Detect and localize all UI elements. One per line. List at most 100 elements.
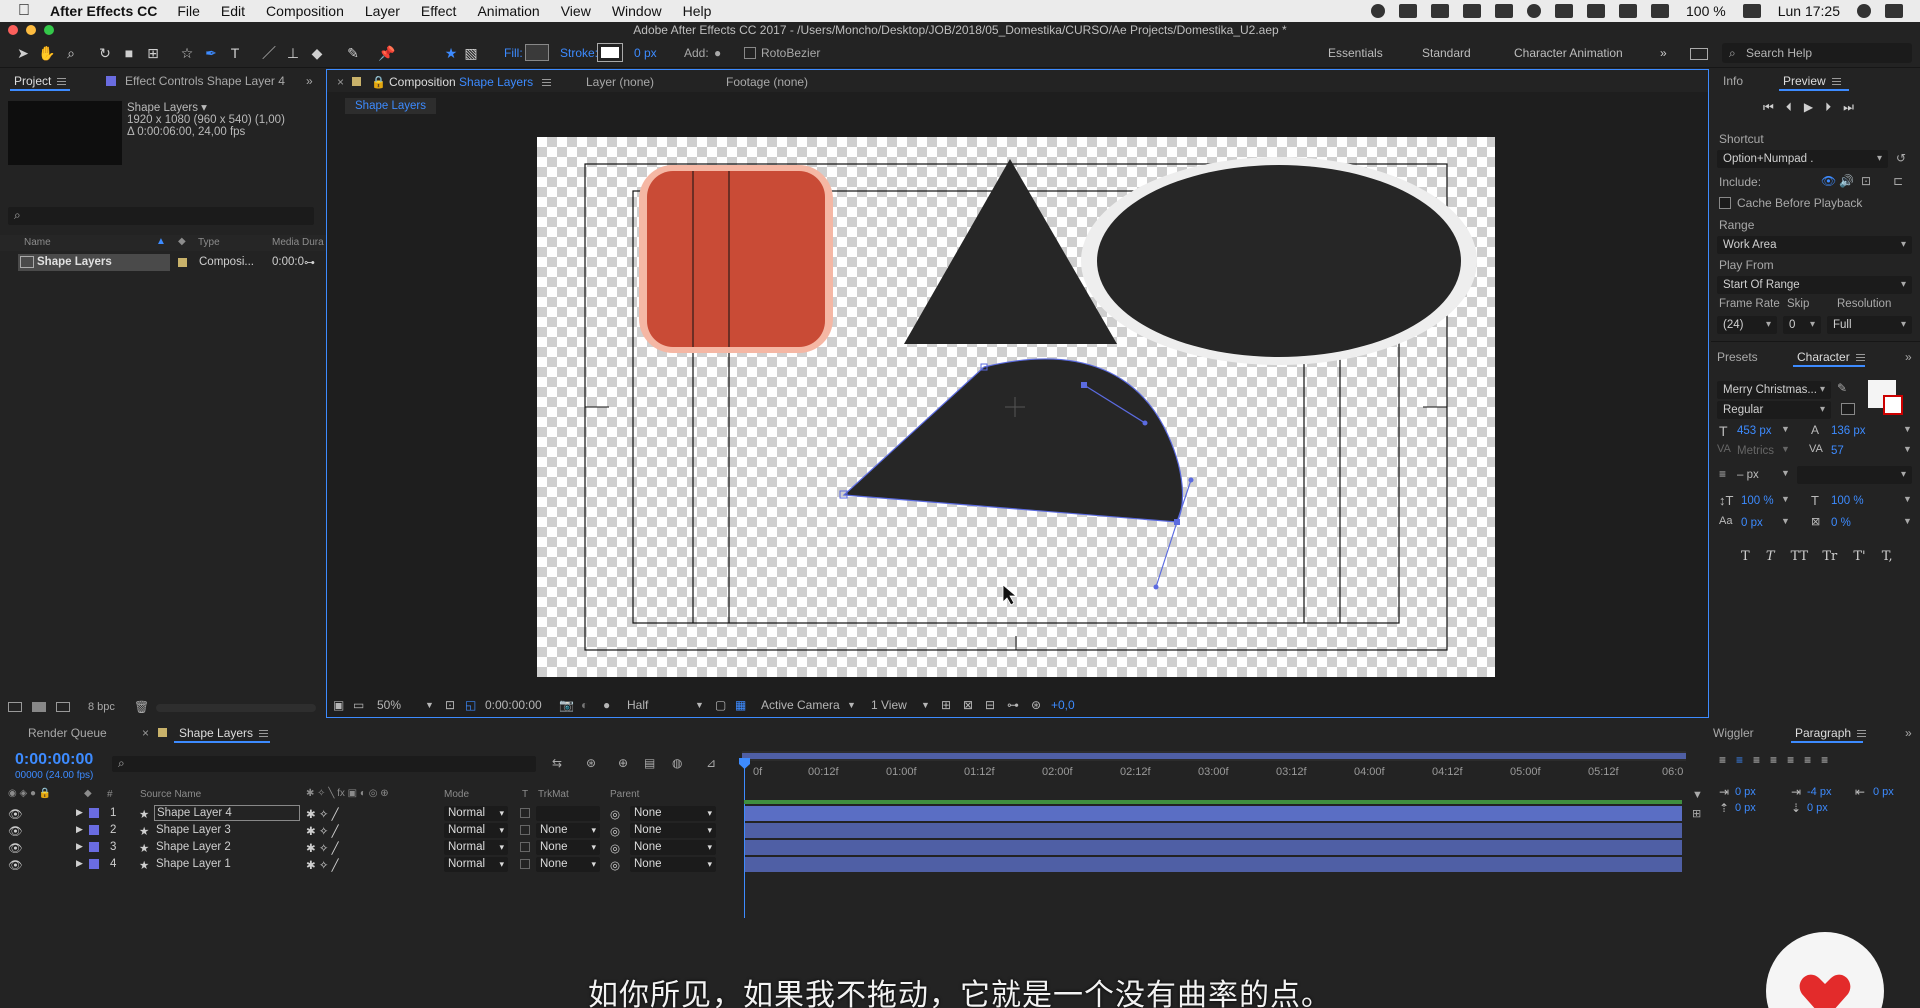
tsume-value[interactable]: 0 %	[1831, 517, 1851, 529]
parent-dropdown[interactable]: None ▾	[630, 806, 716, 821]
visibility-eye-icon[interactable]: 👁	[8, 824, 23, 838]
align-right-icon[interactable]: ≡	[1753, 753, 1770, 767]
menu-animation[interactable]: Animation	[477, 3, 539, 19]
shy-layers-icon[interactable]: ⊕	[618, 756, 628, 770]
panel-overflow-icon[interactable]: »	[306, 74, 313, 88]
clock[interactable]: Lun 17:25	[1778, 3, 1840, 19]
expand-arrow-icon[interactable]: ▶	[76, 807, 83, 818]
align-left-icon[interactable]: ≡	[1719, 753, 1736, 767]
new-composition-icon[interactable]	[56, 702, 70, 712]
project-item-row[interactable]: Shape Layers	[18, 254, 170, 271]
subscript-button[interactable]: T,	[1882, 549, 1893, 564]
battery-icon[interactable]	[1742, 4, 1761, 18]
range-dropdown[interactable]: Work Area ▾	[1717, 236, 1912, 254]
timeline-icon[interactable]: ⊟	[985, 698, 995, 712]
layer-row[interactable]: 👁 ▶ 4 ★ Shape Layer 1 ✱ ✧ ╱ Normal ▾ None…	[0, 856, 742, 873]
minimize-window-button[interactable]	[26, 25, 36, 35]
blend-mode-dropdown[interactable]: Normal ▾	[444, 840, 508, 855]
wifi-icon[interactable]	[1587, 4, 1605, 18]
faux-bold-button[interactable]: T	[1741, 549, 1750, 564]
view-layout-dropdown[interactable]: 1 View	[871, 698, 907, 712]
fit-icon[interactable]: ⊡	[445, 698, 455, 712]
thumbnail-slider[interactable]	[156, 704, 316, 712]
layer-duration-bar[interactable]	[745, 840, 1682, 855]
eraser-tool-icon[interactable]: ◆	[308, 44, 326, 62]
rotation-tool-icon[interactable]: ↻	[96, 44, 114, 62]
parent-dropdown[interactable]: None ▾	[630, 823, 716, 838]
spotlight-icon[interactable]	[1857, 4, 1871, 18]
panel-menu-icon[interactable]	[542, 79, 552, 87]
parent-dropdown[interactable]: None ▾	[630, 857, 716, 872]
magnification-dropdown[interactable]: 50%	[377, 698, 401, 712]
screen-icon[interactable]	[1399, 4, 1417, 18]
region-of-interest-icon[interactable]: ▢	[715, 698, 726, 712]
trkmat-header[interactable]: TrkMat	[538, 789, 569, 800]
superscript-button[interactable]: T'	[1853, 549, 1865, 564]
time-machine-icon[interactable]	[1527, 4, 1541, 18]
font-style-dropdown[interactable]: Regular ▾	[1717, 401, 1831, 419]
workspace-layout-icon[interactable]	[1690, 48, 1708, 60]
indent-right-value[interactable]: 0 px	[1873, 786, 1894, 798]
layer-switches-icon[interactable]: ✱ ✧ ╱	[306, 824, 339, 838]
panel-overflow-icon[interactable]: »	[1905, 726, 1912, 740]
project-comp-name[interactable]: Shape Layers ▾	[127, 100, 207, 114]
close-tab-icon[interactable]: ×	[337, 75, 344, 89]
zoom-tool-icon[interactable]: ⌕	[62, 44, 80, 62]
pick-whip-icon[interactable]: ◎	[610, 858, 620, 872]
volume-icon[interactable]	[1651, 4, 1669, 18]
zoom-window-button[interactable]	[44, 25, 54, 35]
comp-end-marker-icon[interactable]: ▼	[1692, 789, 1703, 801]
draft-3d-icon[interactable]: ⊛	[586, 756, 596, 770]
bit-depth-button[interactable]: 8 bpc	[88, 701, 115, 713]
chevron-down-icon[interactable]: ▼	[1903, 516, 1912, 526]
always-preview-icon[interactable]: ▣	[333, 698, 344, 712]
tab-footage[interactable]: Footage (none)	[726, 75, 808, 89]
skip-dropdown[interactable]: 0 ▾	[1783, 316, 1821, 334]
reset-icon[interactable]: ↺	[1896, 151, 1906, 165]
chevron-down-icon[interactable]: ▼	[1903, 444, 1912, 454]
composition-canvas[interactable]	[537, 137, 1495, 677]
chevron-down-icon[interactable]: ▼	[1781, 444, 1790, 454]
chevron-down-icon[interactable]: ▼	[1781, 494, 1790, 504]
ellipse-shape[interactable]	[1097, 165, 1461, 357]
evernote-icon[interactable]	[1495, 4, 1513, 18]
track-matte-dropdown[interactable]: None ▾	[536, 840, 600, 855]
justify-last-left-icon[interactable]: ≡	[1770, 753, 1787, 767]
visibility-eye-icon[interactable]: 👁	[8, 807, 23, 821]
layer-duration-bar[interactable]	[745, 823, 1682, 838]
transparency-grid-icon[interactable]: ▦	[735, 698, 746, 712]
indent-first-line-value[interactable]: -4 px	[1807, 786, 1831, 798]
play-from-dropdown[interactable]: Start Of Range ▾	[1717, 276, 1912, 294]
text-stroke-width-value[interactable]: – px	[1737, 469, 1759, 481]
visibility-eye-icon[interactable]: 👁	[8, 841, 23, 855]
interpret-footage-icon[interactable]	[8, 702, 22, 712]
menu-file[interactable]: File	[177, 3, 200, 19]
panel-overflow-icon[interactable]: »	[1905, 350, 1912, 364]
layer-name[interactable]: Shape Layer 4	[154, 805, 300, 821]
menu-help[interactable]: Help	[683, 3, 712, 19]
tab-composition[interactable]: Composition Shape Layers	[389, 75, 552, 89]
rotobezier-label[interactable]: RotoBezier	[761, 46, 820, 60]
mask-visibility-icon[interactable]: ◱	[465, 698, 476, 712]
apple-icon[interactable]: 	[18, 2, 36, 20]
snapshot-icon[interactable]: 📷	[559, 698, 574, 712]
layer-name[interactable]: Shape Layer 1	[156, 858, 231, 870]
workspace-standard[interactable]: Standard	[1422, 46, 1471, 60]
menu-view[interactable]: View	[561, 3, 591, 19]
col-type[interactable]: Type	[198, 237, 220, 248]
dropbox-icon[interactable]	[1463, 4, 1481, 18]
layer-switches-icon[interactable]: ✱ ✧ ╱	[306, 841, 339, 855]
play-icon[interactable]: ▶	[1804, 100, 1825, 114]
app-menu[interactable]: After Effects CC	[50, 3, 157, 19]
layer-color-label[interactable]	[89, 808, 99, 818]
chevron-down-icon[interactable]: ▼	[1781, 424, 1790, 434]
flowchart-icon[interactable]: ⊶	[304, 256, 315, 269]
layer-name[interactable]: Shape Layer 2	[156, 841, 231, 853]
justify-last-center-icon[interactable]: ≡	[1787, 753, 1804, 767]
reset-exposure-icon[interactable]: ⊛	[1031, 698, 1041, 712]
preserve-transparency-checkbox[interactable]	[520, 842, 530, 852]
timeline-search-input[interactable]: ⌕	[112, 756, 536, 772]
expand-arrow-icon[interactable]: ▶	[76, 824, 83, 835]
layer-color-label[interactable]	[89, 859, 99, 869]
baseline-shift-value[interactable]: 0 px	[1741, 517, 1763, 529]
